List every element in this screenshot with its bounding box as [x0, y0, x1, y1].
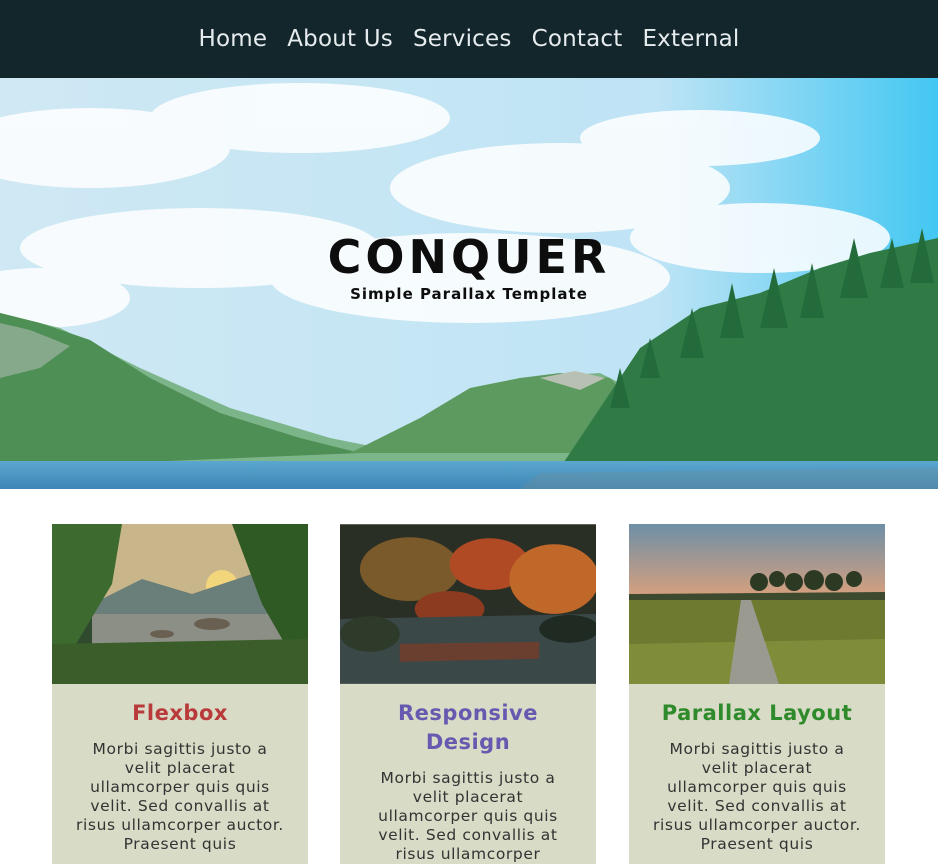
card-image-boardwalk-meadow — [629, 524, 885, 684]
card-title: Parallax Layout — [661, 701, 853, 725]
feature-cards: Flexbox Morbi sagittis justo a velit pla… — [0, 524, 938, 864]
card-text: Morbi sagittis justo a velit placerat ul… — [653, 740, 861, 853]
hero-subtitle: Simple Parallax Template — [350, 285, 588, 303]
card-title: Responsive Design — [398, 701, 538, 754]
card-text: Morbi sagittis justo a velit placerat ul… — [378, 769, 558, 863]
card-image-autumn-pond — [340, 524, 596, 684]
nav-link-services[interactable]: Services — [413, 26, 512, 52]
nav-link-home[interactable]: Home — [199, 26, 268, 52]
hero-text-block: CONQUER Simple Parallax Template — [0, 230, 938, 304]
feature-card-flexbox: Flexbox Morbi sagittis justo a velit pla… — [52, 524, 308, 864]
hero-banner: CONQUER Simple Parallax Template — [0, 78, 938, 489]
hero-title: CONQUER — [327, 230, 611, 284]
feature-card-parallax-layout: Parallax Layout Morbi sagittis justo a v… — [629, 524, 885, 864]
top-navigation: Home About Us Services Contact External — [0, 0, 938, 78]
nav-link-contact[interactable]: Contact — [532, 26, 623, 52]
nav-link-about-us[interactable]: About Us — [287, 26, 393, 52]
card-text: Morbi sagittis justo a velit placerat ul… — [76, 740, 284, 853]
card-title: Flexbox — [132, 701, 228, 725]
card-image-lake-sunset — [52, 524, 308, 684]
feature-card-responsive-design: Responsive Design Morbi sagittis justo a… — [340, 524, 596, 864]
nav-link-external[interactable]: External — [642, 26, 739, 52]
